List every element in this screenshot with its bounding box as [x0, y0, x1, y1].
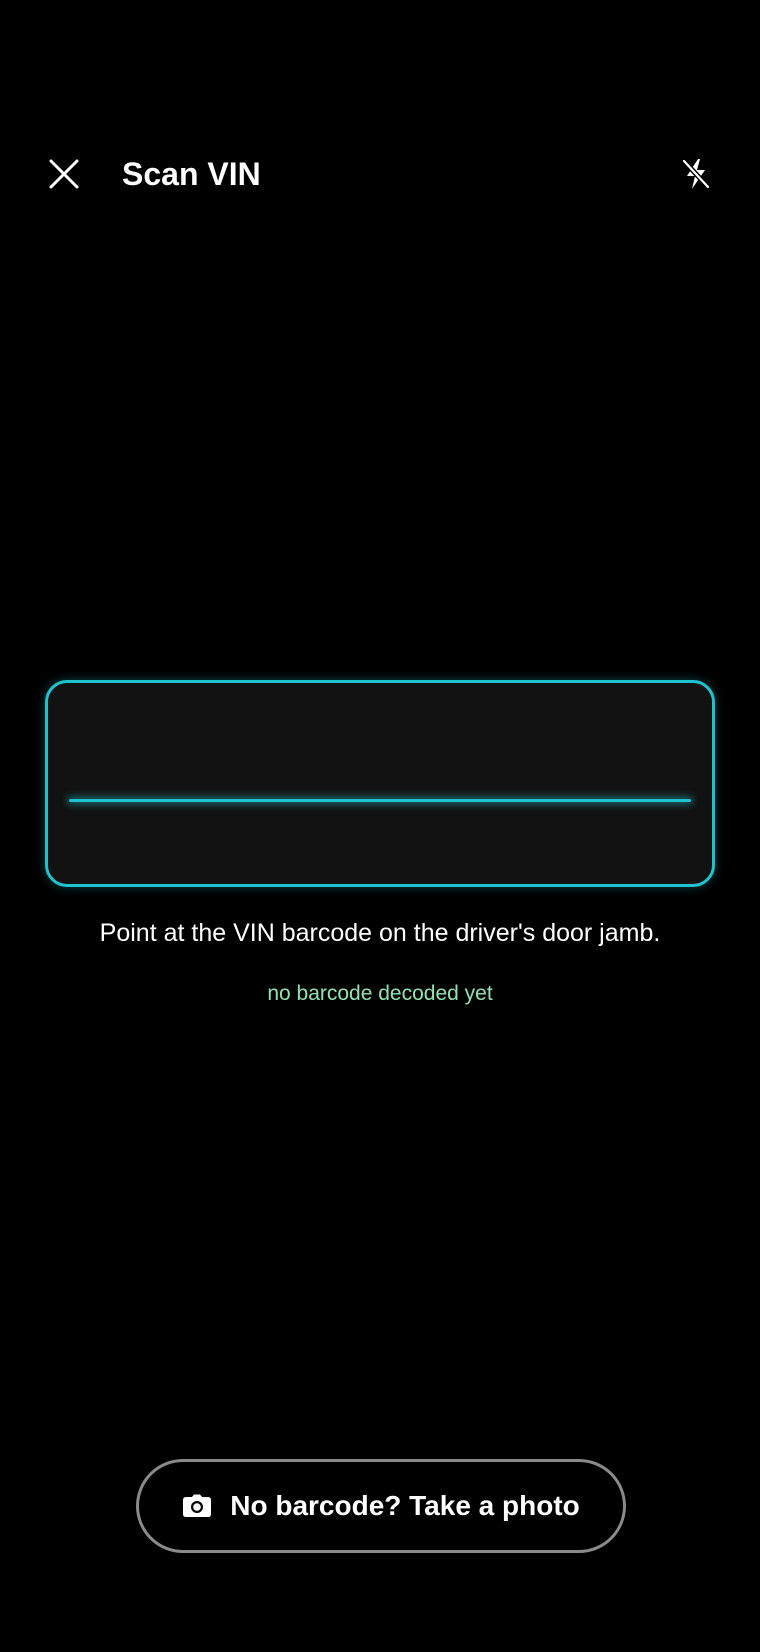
header-bar: Scan VIN: [0, 140, 760, 208]
decode-status-text: no barcode decoded yet: [267, 982, 493, 1005]
scan-hint-text: Point at the VIN barcode on the driver's…: [99, 919, 661, 947]
camera-icon: [182, 1493, 212, 1519]
take-photo-button-label: No barcode? Take a photo: [230, 1490, 580, 1521]
scan-line: [69, 799, 691, 802]
flash-toggle-button[interactable]: [674, 152, 718, 196]
page-title: Scan VIN: [122, 156, 261, 192]
scan-viewfinder-frame: [45, 680, 715, 887]
take-photo-button[interactable]: No barcode? Take a photo: [136, 1459, 626, 1553]
flash-off-icon: [681, 158, 711, 190]
close-button[interactable]: [42, 152, 86, 196]
close-icon: [49, 159, 79, 189]
